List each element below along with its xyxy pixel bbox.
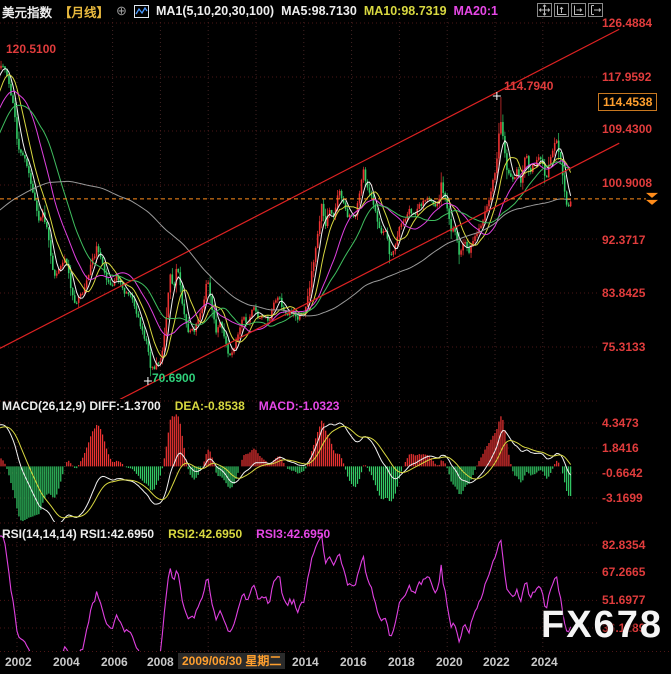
price-axis-label-4: 92.3717 [602, 233, 645, 247]
crosshair-date-readout: 2009/06/30 星期二 [178, 653, 285, 669]
year-label-2004: 2004 [53, 655, 80, 669]
price-axis-label-2: 109.4300 [602, 122, 652, 136]
price-axis-label-5: 83.8425 [602, 286, 645, 300]
macd-axis-label-0: 4.3473 [602, 416, 639, 430]
price-axis-label-1: 117.9592 [602, 70, 651, 84]
year-label-2016: 2016 [340, 655, 367, 669]
chart-toolbar [537, 3, 603, 17]
chart-canvas[interactable] [0, 0, 671, 674]
alltime-high-mark: 120.5100 [6, 42, 56, 56]
ma10-value: MA10:98.7319 [364, 4, 447, 18]
year-label-2014: 2014 [292, 655, 319, 669]
macd-dea-value: DEA:-0.8538 [175, 399, 245, 413]
year-label-2018: 2018 [388, 655, 415, 669]
chart-app: 美元指数 【月线】 ⊕ MA1(5,10,20,30,100) MA5:98.7… [0, 0, 671, 674]
price-axis-label-3: 100.9008 [602, 176, 652, 190]
rsi-axis-label-0: 82.8354 [602, 538, 645, 552]
period-selector[interactable]: 【月线】 [59, 2, 109, 21]
pan-tool-button[interactable] [537, 3, 552, 17]
macd-axis-label-1: 1.8416 [602, 441, 639, 455]
year-label-2008: 2008 [147, 655, 174, 669]
recent-peak-mark: 114.7940 [504, 79, 553, 93]
macd-header: MACD(26,12,9) DIFF:-1.3700 DEA:-0.8538 M… [2, 399, 339, 413]
macd-axis-label-2: -0.6642 [602, 466, 643, 480]
ma5-value: MA5:98.7130 [281, 4, 357, 18]
year-label-2002: 2002 [5, 655, 32, 669]
ma20-value: MA20:1 [454, 4, 498, 18]
chart-type-icon[interactable] [134, 5, 149, 18]
rsi2-value: RSI2:42.6950 [168, 527, 242, 541]
scroll-right-button[interactable] [571, 3, 586, 17]
circle-plus-icon[interactable]: ⊕ [116, 3, 127, 19]
watermark: FX678 [541, 604, 663, 647]
year-label-2022: 2022 [483, 655, 510, 669]
year-label-2006: 2006 [101, 655, 128, 669]
macd-value: MACD:-1.0323 [259, 399, 340, 413]
auto-scale-y-button[interactable] [554, 3, 569, 17]
year-label-2020: 2020 [436, 655, 463, 669]
ma-settings-label: MA1(5,10,20,30,100) [156, 4, 274, 18]
crosshair-price-readout: 114.4538 [598, 93, 657, 111]
rsi-header: RSI(14,14,14) RSI1:42.6950 RSI2:42.6950 … [2, 527, 330, 541]
macd-axis-label-3: -3.1699 [602, 491, 643, 505]
rsi1-value: RSI(14,14,14) RSI1:42.6950 [2, 527, 154, 541]
year-label-2024: 2024 [531, 655, 558, 669]
symbol-title: 美元指数 [2, 2, 52, 21]
rsi-axis-label-1: 67.2665 [602, 565, 645, 579]
low-mark: 70.6900 [152, 371, 195, 385]
price-axis-label-6: 75.3133 [602, 340, 645, 354]
go-to-latest-button[interactable] [588, 3, 603, 17]
macd-title-diff: MACD(26,12,9) DIFF:-1.3700 [2, 399, 161, 413]
rsi3-value: RSI3:42.6950 [256, 527, 330, 541]
